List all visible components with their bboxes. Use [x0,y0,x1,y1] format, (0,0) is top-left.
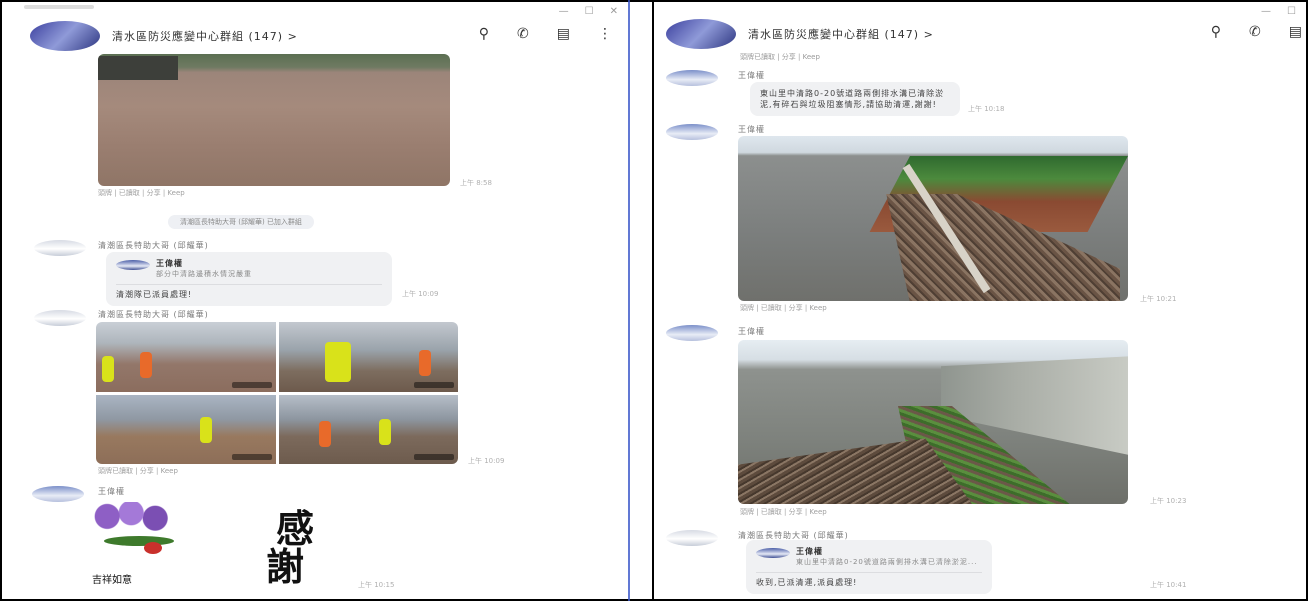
drain-photo[interactable] [738,340,1128,504]
sender-avatar[interactable] [34,240,86,256]
sticker-text-2: 謝 [265,544,304,589]
message-time: 上午 10:41 [1150,581,1187,589]
wisteria-graphic [88,502,184,538]
message-meta: 頭牌已讀取 | 分享 | Keep [740,53,820,61]
message-time: 上午 8:58 [460,179,492,187]
photo-album[interactable] [96,322,458,464]
worker-figure [318,420,331,447]
drain-photo[interactable] [738,136,1128,301]
photo-timestamp [231,454,272,460]
album-photo[interactable] [278,322,458,392]
group-title[interactable]: 清水區防災應變中心群組 (147) > [112,28,298,44]
title-bar-handle [24,5,94,9]
search-icon[interactable]: ⚲ [479,26,489,42]
message-time: 上午 10:23 [1150,497,1187,505]
system-notice: 清潮區長特助大哥 (邱耀華) 已加入群組 [168,215,314,229]
thanks-sticker[interactable]: 感 謝 吉祥如意 [84,498,334,590]
quote-text: 部分中清路邊積水情況嚴重 [156,270,252,278]
sender-name: 王偉權 [738,125,765,134]
sender-avatar[interactable] [666,70,718,86]
worker-figure [324,342,351,382]
group-avatar[interactable] [666,19,736,49]
photo-timestamp [414,381,454,388]
sender-avatar[interactable] [32,486,84,502]
sender-name: 王偉權 [98,487,125,496]
message-time: 上午 10:18 [968,105,1005,113]
more-icon[interactable]: ⋮ [598,26,612,42]
header-actions: ⚲ ✆ ▤ ⋮ [479,26,612,42]
notebook-icon[interactable]: ▤ [557,26,570,42]
message-time: 上午 10:21 [1140,295,1177,303]
sender-avatar[interactable] [34,310,86,326]
chat-header: 清水區防災應變中心群組 (147) > ⚲ ✆ ▤ [656,14,1306,54]
message-meta: 頭牌 | 已讀取 | 分享 | Keep [740,508,827,516]
reply-bubble[interactable]: 王偉權 部分中清路邊積水情況嚴重 清潮隊已派員處理! [106,252,392,306]
message-meta: 頭牌已讀取 | 分享 | Keep [98,467,178,475]
message-time: 上午 10:09 [468,457,505,465]
sender-avatar[interactable] [666,530,718,546]
sender-name: 清潮區長特助大哥 (邱耀華) [98,310,209,319]
sender-avatar[interactable] [666,124,718,140]
message-text: 清潮隊已派員處理! [116,290,193,299]
sender-name: 王偉權 [738,327,765,336]
worker-figure [418,350,431,376]
group-title[interactable]: 清水區防災應變中心群組 (147) > [748,26,934,42]
worker-figure [378,418,391,445]
worker-figure [102,356,114,382]
sender-avatar[interactable] [666,325,718,341]
quote-avatar [756,548,790,558]
notebook-icon[interactable]: ▤ [1289,24,1302,40]
panel-divider [652,0,654,601]
left-chat-window: — ☐ ✕ 清水區防災應變中心群組 (147) > ⚲ ✆ ▤ ⋮ 頭牌 | 已… [2,2,628,599]
phone-icon[interactable]: ✆ [1249,24,1261,40]
chat-header: 清水區防災應變中心群組 (147) > ⚲ ✆ ▤ ⋮ [2,16,628,56]
phone-icon[interactable]: ✆ [517,26,529,42]
quoted-message[interactable]: 王偉權 部分中清路邊積水情況嚴重 [116,258,382,285]
sender-name: 王偉權 [738,71,765,80]
message-text: 收到,已派清運,派員處理! [756,578,858,587]
header-actions: ⚲ ✆ ▤ [1211,24,1302,40]
group-avatar[interactable] [30,21,100,51]
album-photo[interactable] [96,322,276,392]
message-meta: 頭牌 | 已讀取 | 分享 | Keep [98,189,185,197]
search-icon[interactable]: ⚲ [1211,24,1221,40]
quote-sender: 王偉權 [796,547,823,556]
leaf-graphic [104,536,174,546]
message-time: 上午 10:15 [358,581,395,589]
sender-name: 清潮區長特助大哥 (邱耀華) [98,241,209,250]
window-edge [628,0,630,601]
worker-figure [200,416,212,443]
right-chat-window: — ☐ 清水區防災應變中心群組 (147) > ⚲ ✆ ▤ 頭牌已讀取 | 分享… [656,2,1306,599]
reply-bubble[interactable]: 王偉權 東山里中清路0-20號道路兩側排水溝已清除淤泥... 收到,已派清運,派… [746,540,992,594]
quote-sender: 王偉權 [156,259,183,268]
bird-graphic [144,542,162,554]
message-meta: 頭牌 | 已讀取 | 分享 | Keep [740,304,827,312]
message-time: 上午 10:09 [402,290,439,298]
quoted-message[interactable]: 王偉權 東山里中清路0-20號道路兩側排水溝已清除淤泥... [756,546,982,573]
message-bubble[interactable]: 東山里中清路0-20號道路兩側排水溝已清除淤泥,有碎石與垃圾阻塞情形,請協助清運… [750,82,960,116]
album-photo[interactable] [278,394,458,464]
photo-timestamp [231,381,272,388]
worker-figure [140,352,152,378]
album-photo[interactable] [96,394,276,464]
photo-timestamp [414,454,454,460]
photo-wall [98,56,178,80]
quote-text: 東山里中清路0-20號道路兩側排水溝已清除淤泥... [796,558,978,566]
quote-avatar [116,260,150,270]
flood-photo[interactable] [98,54,450,186]
sticker-caption: 吉祥如意 [92,575,132,586]
